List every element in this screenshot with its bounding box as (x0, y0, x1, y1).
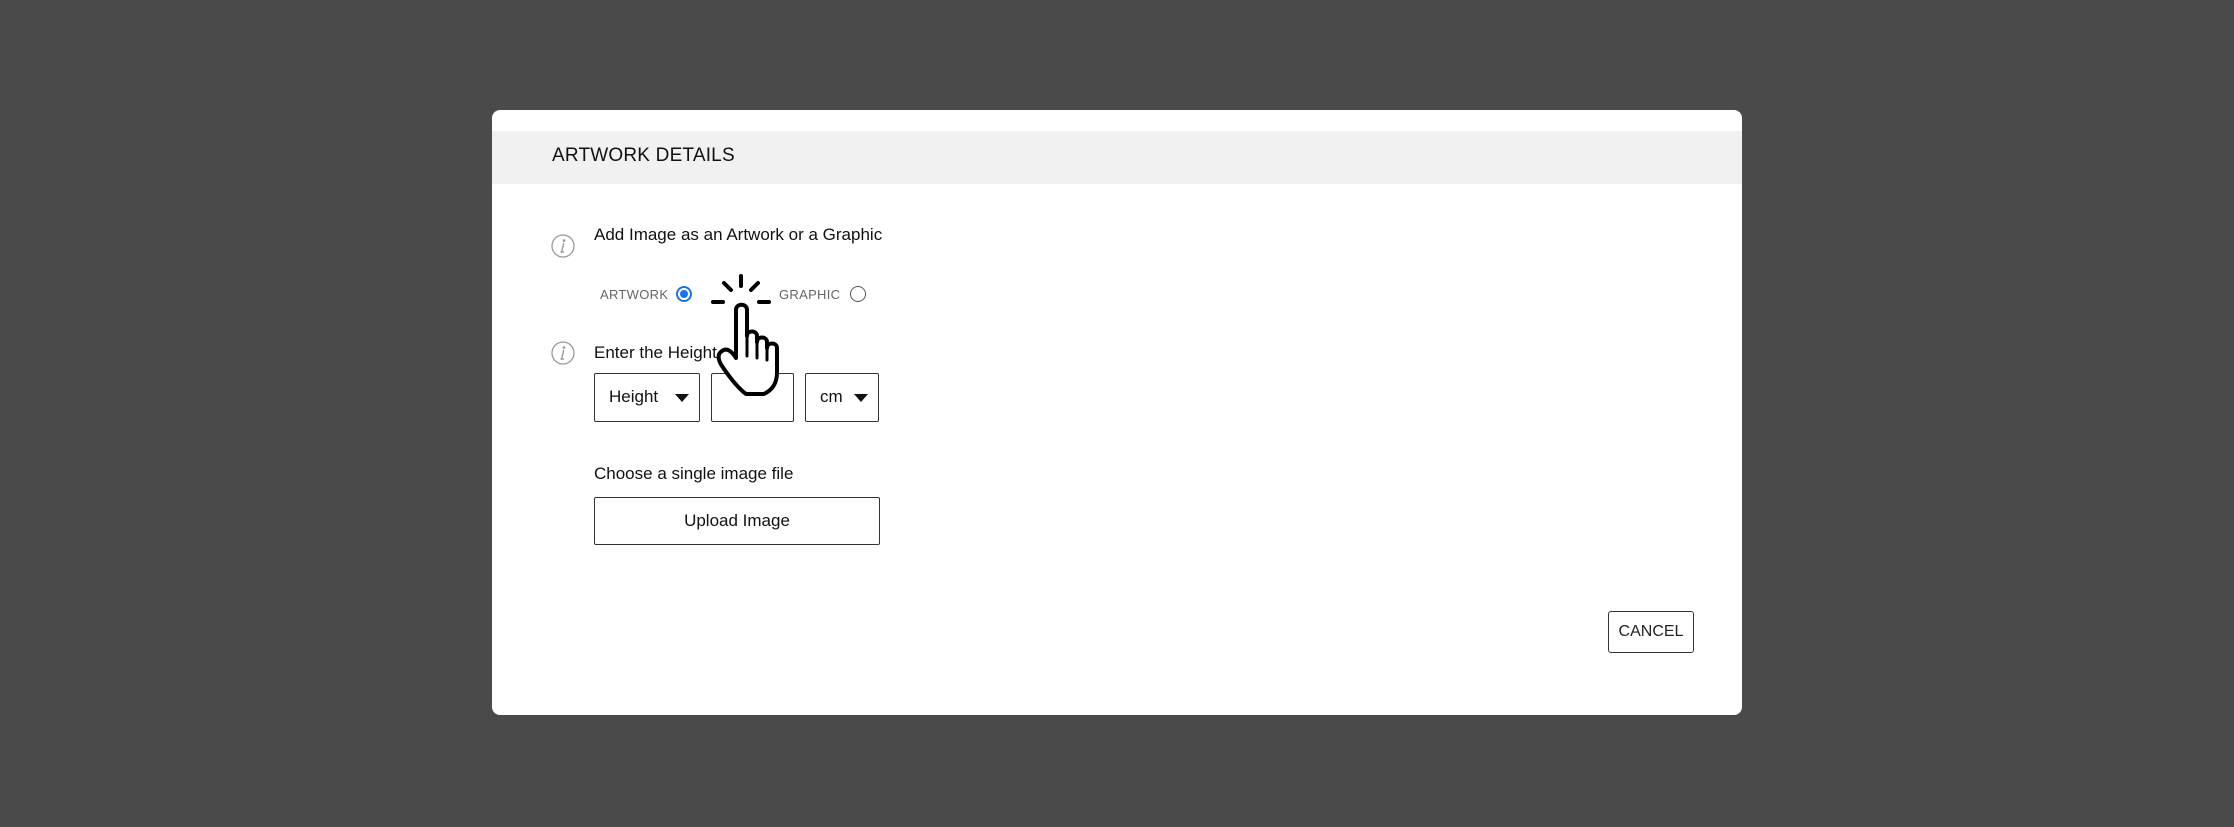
dimension-select-value: Height (609, 387, 659, 406)
upload-image-button[interactable]: Upload Image (594, 497, 880, 545)
info-icon[interactable] (551, 341, 575, 365)
caret-down-icon (675, 394, 689, 402)
graphic-radio[interactable] (850, 286, 866, 302)
dialog-title: ARTWORK DETAILS (552, 145, 735, 166)
artwork-details-dialog: ARTWORK DETAILS Add Image as an Artwork … (492, 110, 1742, 715)
artwork-option-label[interactable]: ARTWORK (600, 287, 668, 302)
unit-select[interactable]: cm (805, 373, 879, 422)
dimension-select[interactable]: Height (594, 373, 700, 422)
upload-section-label: Choose a single image file (594, 464, 794, 483)
dialog-header: ARTWORK DETAILS (492, 131, 1742, 184)
info-icon[interactable] (551, 234, 575, 258)
hand-pointer-click-icon (711, 274, 779, 396)
upload-image-button-label: Upload Image (684, 511, 790, 530)
cancel-button-label: CANCEL (1618, 623, 1684, 640)
type-section-label: Add Image as an Artwork or a Graphic (594, 225, 883, 244)
cancel-button[interactable]: CANCEL (1608, 611, 1694, 653)
size-section-label: Enter the Height (594, 343, 717, 362)
caret-down-icon (854, 394, 868, 402)
unit-select-value: cm (820, 387, 843, 406)
artwork-radio[interactable] (676, 286, 692, 302)
